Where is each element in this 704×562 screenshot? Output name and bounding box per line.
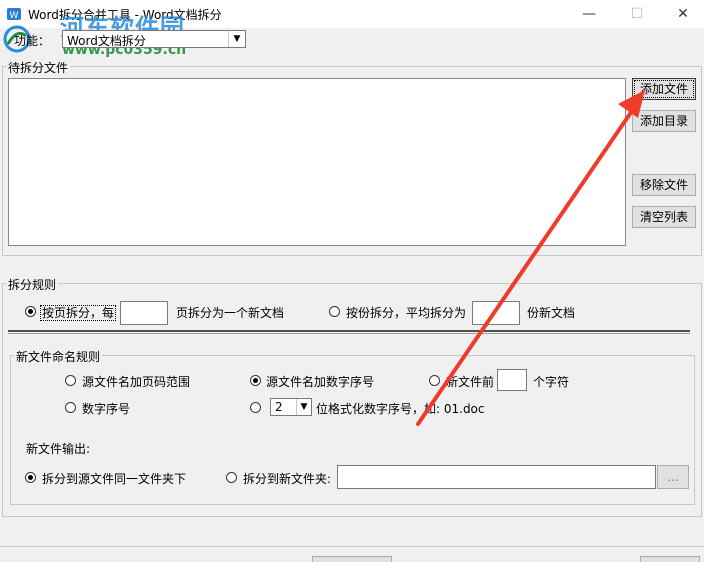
split-by-part-radio[interactable]: [329, 306, 340, 317]
output-label: 新文件输出:: [26, 442, 91, 456]
digit-count-value: 2: [275, 400, 283, 414]
output-same-folder-label: 拆分到源文件同一文件夹下: [42, 472, 187, 486]
naming-src-seq-label: 源文件名加数字序号: [266, 375, 375, 389]
naming-format-radio[interactable]: [250, 402, 261, 413]
remove-file-button[interactable]: 移除文件: [632, 174, 696, 196]
naming-page-range-label: 源文件名加页码范围: [82, 375, 191, 389]
naming-seq-label: 数字序号: [82, 402, 131, 416]
bottom-button-partial-right[interactable]: [640, 556, 700, 562]
clear-list-button[interactable]: 清空列表: [632, 206, 696, 228]
naming-prefix-suffix: 个字符: [533, 375, 570, 389]
split-by-part-label: 按份拆分，平均拆分为: [346, 306, 467, 320]
function-select-value: Word文档拆分: [67, 34, 146, 48]
browse-folder-button[interactable]: ...: [657, 465, 689, 489]
naming-group-label: 新文件命名规则: [14, 348, 103, 365]
naming-seq-radio[interactable]: [65, 402, 76, 413]
chevron-down-icon[interactable]: ▼: [228, 31, 245, 47]
output-new-folder-radio[interactable]: [226, 472, 237, 483]
split-rule-group-label: 拆分规则: [6, 276, 59, 293]
split-by-page-radio[interactable]: [25, 306, 36, 317]
minimize-button[interactable]: —: [566, 0, 612, 28]
output-same-folder-radio[interactable]: [25, 472, 36, 483]
pages-per-doc-input[interactable]: [120, 301, 168, 325]
split-by-page-label: 按页拆分，每: [40, 305, 117, 321]
digit-count-select[interactable]: 2 ▼: [270, 398, 312, 416]
prefix-chars-input[interactable]: [497, 369, 527, 391]
add-folder-button[interactable]: 添加目录: [632, 110, 696, 132]
naming-format-label: 位格式化数字序号，如: 01.doc: [316, 402, 485, 416]
split-by-part-suffix: 份新文档: [527, 306, 576, 320]
naming-prefix-radio[interactable]: [429, 375, 440, 386]
function-select[interactable]: Word文档拆分 ▼: [62, 30, 246, 48]
bottom-button-partial[interactable]: [312, 556, 392, 562]
divider: [8, 330, 690, 334]
parts-count-input[interactable]: [472, 301, 520, 325]
maximize-button: ☐: [630, 6, 644, 22]
output-new-folder-label: 拆分到新文件夹:: [243, 472, 332, 486]
naming-src-seq-radio[interactable]: [250, 375, 261, 386]
add-file-button[interactable]: 添加文件: [632, 78, 696, 100]
app-icon: W: [7, 8, 21, 21]
function-label: 功能：: [14, 34, 51, 48]
naming-prefix-label: 新文件前: [446, 375, 495, 389]
output-folder-input[interactable]: [337, 465, 656, 489]
split-by-page-label-wrap: 按页拆分，每: [40, 304, 117, 321]
naming-page-range-radio[interactable]: [65, 375, 76, 386]
split-by-page-suffix: 页拆分为一个新文档: [176, 306, 285, 320]
chevron-down-icon[interactable]: ▼: [296, 399, 311, 415]
file-list[interactable]: [8, 78, 626, 246]
svg-text:W: W: [10, 11, 19, 21]
close-button[interactable]: ✕: [660, 0, 704, 28]
files-group-label: 待拆分文件: [6, 59, 71, 76]
